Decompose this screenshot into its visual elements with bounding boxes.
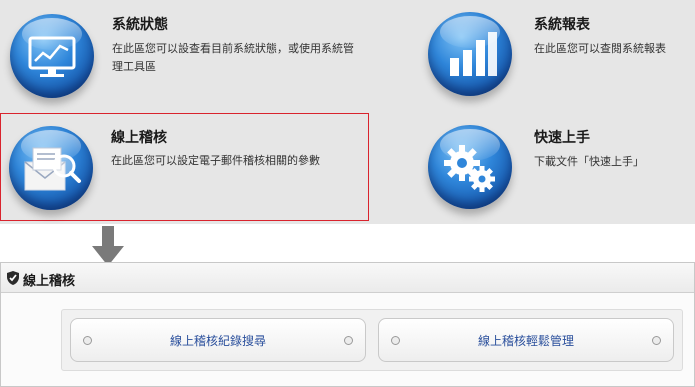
tile-title: 線上稽核 xyxy=(111,130,167,146)
button-label: 線上稽核紀錄搜尋 xyxy=(169,334,266,348)
tile-title: 快速上手 xyxy=(534,130,590,146)
tile-system-report[interactable]: 系統報表 在此區您可以查閱系統報表 xyxy=(420,0,695,112)
tile-description: 在此區您可以設定電子郵件稽核相關的參數 xyxy=(111,154,320,167)
tile-description: 在此區您可以設查看目前系統狀態，或使用系統管理工具區 xyxy=(112,42,354,73)
tile-title: 系統報表 xyxy=(534,17,590,33)
bar-chart-icon xyxy=(428,12,512,96)
tile-title: 系統狀態 xyxy=(112,17,168,33)
tile-description: 在此區您可以查閱系統報表 xyxy=(534,42,666,55)
audit-log-search-button[interactable]: 線上稽核紀錄搜尋 xyxy=(70,318,366,362)
shield-check-icon xyxy=(7,271,19,285)
online-audit-panel: 線上稽核 線上稽核紀錄搜尋 線上稽核輕鬆管理 xyxy=(0,262,695,387)
mail-magnifier-icon xyxy=(9,126,93,210)
tile-quick-start[interactable]: 快速上手 下載文件「快速上手」 xyxy=(420,113,695,221)
tile-description: 下載文件「快速上手」 xyxy=(534,155,644,168)
tile-online-audit[interactable]: 線上稽核 在此區您可以設定電子郵件稽核相關的參數 xyxy=(0,113,369,221)
button-label: 線上稽核輕鬆管理 xyxy=(477,334,574,348)
tile-system-status[interactable]: 系統狀態 在此區您可以設查看目前系統狀態，或使用系統管理工具區 xyxy=(0,0,360,112)
bullet-icon xyxy=(652,336,661,345)
gears-icon xyxy=(428,125,512,209)
panel-title: 線上稽核 xyxy=(23,274,76,289)
audit-easy-manage-button[interactable]: 線上稽核輕鬆管理 xyxy=(378,318,674,362)
panel-header: 線上稽核 xyxy=(1,263,694,293)
monitor-chart-icon xyxy=(10,14,94,98)
bullet-icon xyxy=(344,336,353,345)
menu-container: 線上稽核紀錄搜尋 線上稽核輕鬆管理 xyxy=(61,309,683,371)
dashboard-panel: 系統狀態 在此區您可以設查看目前系統狀態，或使用系統管理工具區 系統報表 在此區… xyxy=(0,0,695,224)
